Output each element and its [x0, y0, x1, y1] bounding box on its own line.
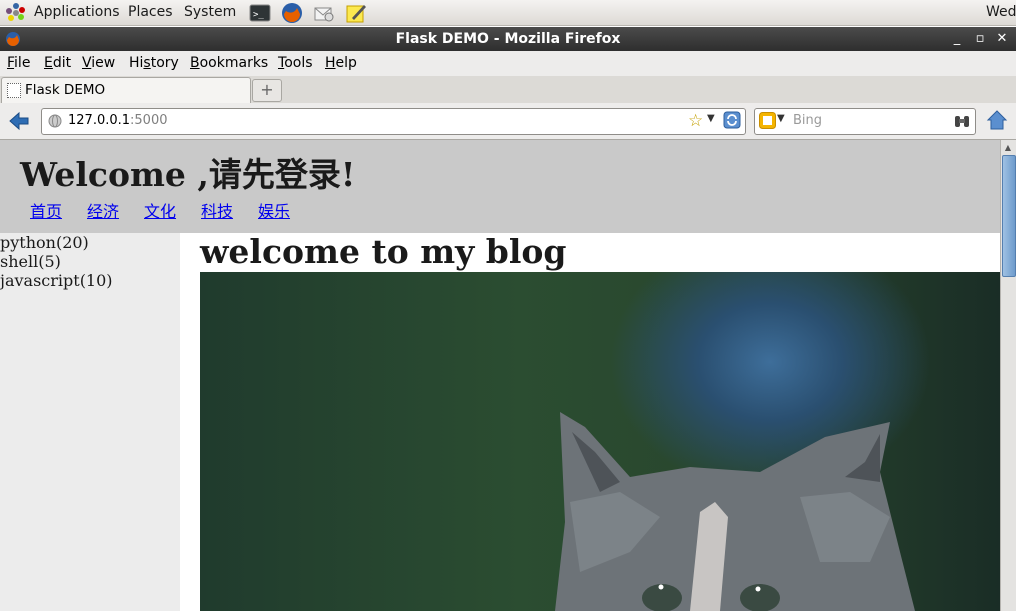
- bookmark-star-icon[interactable]: ☆: [688, 112, 706, 130]
- notes-editor-icon[interactable]: [345, 2, 367, 24]
- url-port: :5000: [130, 113, 168, 128]
- welcome-heading: Welcome ,请先登录!: [20, 155, 356, 194]
- menu-history[interactable]: History: [129, 55, 179, 71]
- maximize-icon[interactable]: ▫: [971, 30, 989, 48]
- scroll-up-arrow-icon[interactable]: ▲: [1002, 142, 1014, 154]
- url-host: 127.0.0.1: [68, 113, 131, 128]
- search-binoculars-icon[interactable]: [953, 112, 971, 130]
- system-menu[interactable]: System: [184, 4, 236, 20]
- tab-label: Flask DEMO: [25, 82, 106, 98]
- nav-link-entertainment[interactable]: 娱乐: [258, 198, 290, 222]
- category-shell: shell(5): [0, 252, 61, 271]
- search-bar[interactable]: [754, 108, 976, 135]
- blog-title: welcome to my blog: [200, 232, 567, 271]
- search-engine-chevron-icon[interactable]: ▼: [777, 113, 787, 127]
- home-icon[interactable]: [986, 108, 1008, 132]
- nav-link-economy[interactable]: 经济: [87, 198, 119, 222]
- cat-illustration: [555, 412, 915, 611]
- nav-link-culture[interactable]: 文化: [144, 198, 176, 222]
- nav-link-home[interactable]: 首页: [30, 198, 62, 222]
- menu-file[interactable]: File: [7, 55, 30, 71]
- bing-engine-icon[interactable]: [759, 112, 776, 129]
- menu-edit[interactable]: Edit: [44, 55, 71, 71]
- reload-icon[interactable]: [723, 111, 741, 129]
- mail-client-icon[interactable]: [313, 2, 335, 24]
- svg-text:>_: >_: [253, 10, 264, 20]
- panel-clock[interactable]: Wed: [986, 4, 1016, 20]
- menu-help[interactable]: Help: [325, 55, 357, 71]
- places-menu[interactable]: Places: [128, 4, 173, 20]
- category-python: python(20): [0, 233, 89, 252]
- firefox-launcher-icon[interactable]: [281, 2, 303, 24]
- gnome-foot-icon[interactable]: [5, 2, 27, 24]
- back-arrow-icon[interactable]: [8, 110, 30, 132]
- url-dropdown-chevron-icon[interactable]: ▼: [707, 113, 719, 127]
- menu-view[interactable]: View: [82, 55, 115, 71]
- menu-bookmarks[interactable]: Bookmarks: [190, 55, 268, 71]
- page-favicon-icon: [7, 83, 21, 98]
- search-placeholder[interactable]: Bing: [793, 113, 822, 128]
- close-icon[interactable]: ✕: [993, 30, 1011, 48]
- scrollbar-thumb[interactable]: [1002, 155, 1016, 277]
- window-title: Flask DEMO - Mozilla Firefox: [395, 31, 621, 47]
- minimize-icon[interactable]: _: [948, 30, 966, 48]
- category-javascript: javascript(10): [0, 271, 113, 290]
- cat-photo: [200, 272, 1000, 611]
- menu-tools[interactable]: Tools: [278, 55, 313, 71]
- terminal-icon[interactable]: >_: [249, 2, 271, 24]
- nav-link-technology[interactable]: 科技: [201, 198, 233, 222]
- url-text[interactable]: 127.0.0.1:5000: [68, 113, 168, 128]
- site-identity-globe-icon[interactable]: [48, 114, 62, 128]
- applications-menu[interactable]: Applications: [34, 4, 120, 20]
- new-tab-button[interactable]: +: [252, 79, 282, 102]
